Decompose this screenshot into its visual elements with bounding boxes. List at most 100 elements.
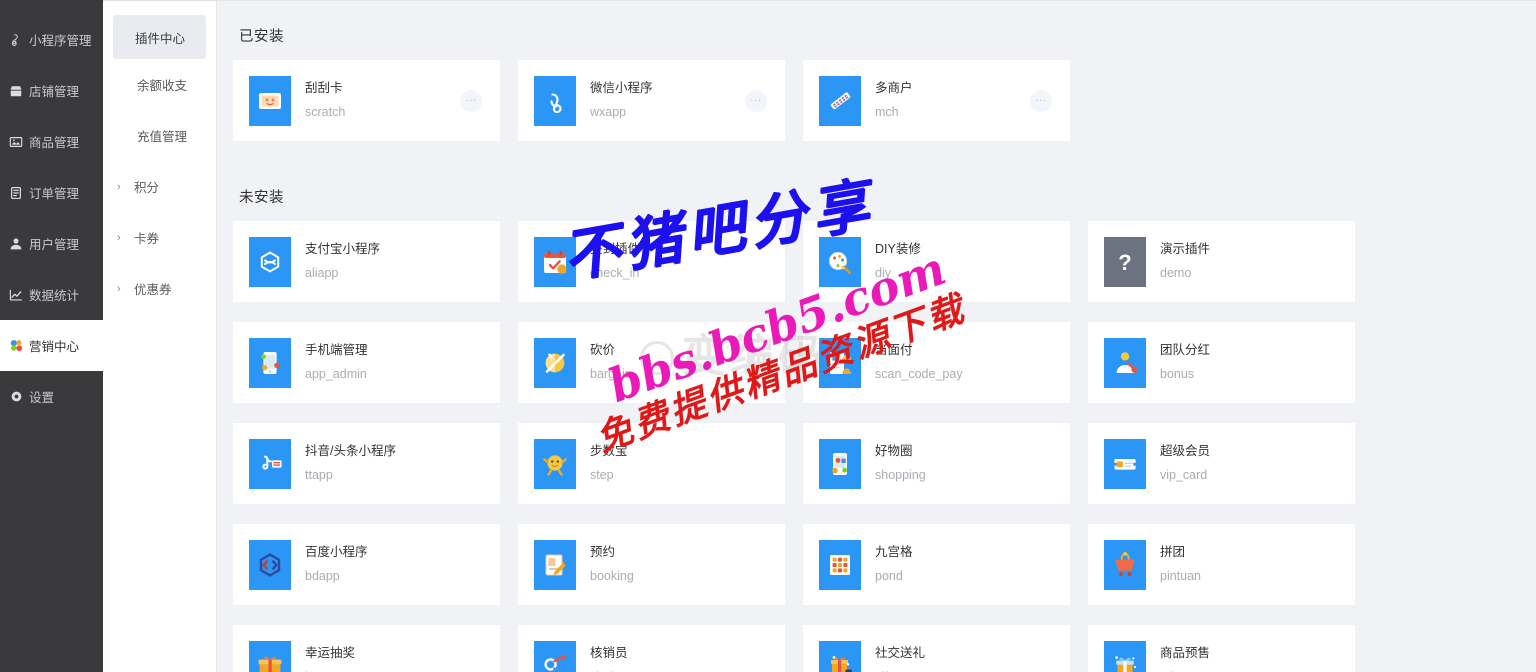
submenu-item-2[interactable]: 充值管理: [103, 110, 216, 161]
shop-icon: [8, 83, 24, 99]
plugin-meta: 演示插件 demo: [1160, 240, 1210, 283]
chart-icon: [8, 287, 24, 303]
plugin-card[interactable]: 微信小程序 wxapp ···: [518, 60, 785, 141]
plugin-card[interactable]: ? 演示插件 demo: [1088, 221, 1355, 302]
plugin-card[interactable]: 社交送礼 gift: [803, 625, 1070, 672]
plugin-meta: 签到插件 check_in: [590, 240, 640, 283]
plugin-meta: 预约 booking: [590, 543, 634, 586]
sidebar-item-marketing[interactable]: 营销中心: [0, 320, 103, 371]
plugin-card[interactable]: 刮刮卡 scratch ···: [233, 60, 500, 141]
step-icon: [534, 438, 576, 489]
plugin-card[interactable]: 超级会员 vip_card: [1088, 423, 1355, 504]
plugin-code: gift: [875, 667, 925, 672]
scratch-icon: [249, 75, 291, 126]
plugin-card[interactable]: 商品预售 advance: [1088, 625, 1355, 672]
plugin-more-menu-button[interactable]: ···: [1030, 89, 1052, 112]
submenu-item-0[interactable]: 插件中心: [113, 15, 206, 59]
plugin-card[interactable]: 预约 booking: [518, 524, 785, 605]
plugin-more-menu-button[interactable]: ···: [460, 89, 482, 112]
plugin-code: pintuan: [1160, 569, 1202, 583]
plugin-code: pond: [875, 569, 903, 583]
sidebar-item-shop[interactable]: 店铺管理: [0, 65, 103, 116]
plugin-center-page: 小程序管理店铺管理商品管理订单管理用户管理数据统计营销中心设置 插件中心余额收支…: [0, 0, 1536, 672]
submenu-item-label: 插件中心: [135, 31, 186, 46]
sidebar-item-label: 设置: [29, 391, 55, 405]
plugin-card[interactable]: 幸运抽奖 lottery: [233, 625, 500, 672]
plugin-name: DIY装修: [875, 242, 921, 256]
plugin-code: lottery: [305, 667, 355, 672]
plugin-meta: 社交送礼 gift: [875, 644, 925, 672]
plugin-code: diy: [875, 266, 891, 280]
plugin-card[interactable]: 抖音/头条小程序 ttapp: [233, 423, 500, 504]
plugin-code: bonus: [1160, 367, 1195, 381]
plugin-card[interactable]: 支付宝小程序 aliapp: [233, 221, 500, 302]
plugin-card[interactable]: 步数宝 step: [518, 423, 785, 504]
plugin-card[interactable]: 好物圈 shopping: [803, 423, 1070, 504]
sidebar-item-goods[interactable]: 商品管理: [0, 116, 103, 167]
plugin-code: booking: [590, 569, 634, 583]
secondary-sidebar: 插件中心 余额收支 充值管理 › 积分 › 卡券 › 优惠券: [103, 0, 217, 672]
plugin-card[interactable]: 百度小程序 bdapp: [233, 524, 500, 605]
submenu-item-5[interactable]: › 优惠券: [103, 263, 216, 314]
submenu-item-label: 余额收支: [137, 79, 188, 93]
plugin-card[interactable]: 团队分红 bonus: [1088, 322, 1355, 403]
plugin-code: wxapp: [590, 105, 627, 119]
plugin-code: advance: [1160, 667, 1210, 672]
sidebar-item-label: 数据统计: [29, 289, 80, 303]
plugin-card[interactable]: 多商户 mch ···: [803, 60, 1070, 141]
plugin-name: 签到插件: [590, 242, 641, 256]
plugin-meta: 幸运抽奖 lottery: [305, 644, 355, 672]
bargain-icon: [534, 337, 576, 388]
plugin-meta: 支付宝小程序 aliapp: [305, 240, 380, 283]
plugin-meta: 核销员 clerk: [590, 644, 628, 672]
uninstalled-plugin-grid: 支付宝小程序 aliapp 签到插件 check_in DIY装修 diy? 演示插件 dem…: [233, 221, 1536, 672]
plugin-meta: DIY装修 diy: [875, 240, 921, 283]
plugin-code: ttapp: [305, 468, 333, 482]
plugin-name: 幸运抽奖: [305, 646, 356, 660]
plugin-code: app_admin: [305, 367, 367, 381]
plugin-meta: 步数宝 step: [590, 442, 628, 485]
question-icon: ?: [1104, 236, 1146, 287]
submenu-item-4[interactable]: › 卡券: [103, 212, 216, 263]
chevron-right-icon: ›: [117, 282, 121, 295]
checkin-icon: [534, 236, 576, 287]
bonus-icon: [1104, 337, 1146, 388]
plugin-card[interactable]: 当面付 scan_code_pay: [803, 322, 1070, 403]
plugin-card[interactable]: 拼团 pintuan: [1088, 524, 1355, 605]
plugin-code: vip_card: [1160, 468, 1208, 482]
plugin-meta: 百度小程序 bdapp: [305, 543, 368, 586]
plugin-card[interactable]: 手机端管理 app_admin: [233, 322, 500, 403]
chevron-right-icon: ›: [117, 180, 121, 193]
sidebar-item-mini-program[interactable]: 小程序管理: [0, 14, 103, 65]
vipcard-icon: [1104, 438, 1146, 489]
plugin-meta: 微信小程序 wxapp: [590, 79, 653, 122]
plugin-name: 抖音/头条小程序: [305, 444, 396, 458]
sidebar-item-gear[interactable]: 设置: [0, 371, 103, 422]
plugin-card[interactable]: 九宫格 pond: [803, 524, 1070, 605]
submenu-item-label: 卡券: [134, 232, 160, 246]
submenu-item-1[interactable]: 余额收支: [103, 59, 216, 110]
submenu-item-3[interactable]: › 积分: [103, 161, 216, 212]
plugin-name: 微信小程序: [590, 81, 653, 95]
sidebar-item-order[interactable]: 订单管理: [0, 167, 103, 218]
appadmin-icon: [249, 337, 291, 388]
mch-icon: [819, 75, 861, 126]
plugin-card[interactable]: 核销员 clerk: [518, 625, 785, 672]
sidebar-item-label: 店铺管理: [29, 85, 80, 99]
sidebar-item-chart[interactable]: 数据统计: [0, 269, 103, 320]
plugin-code: shopping: [875, 468, 926, 482]
ttapp-icon: [249, 438, 291, 489]
plugin-card[interactable]: DIY装修 diy: [803, 221, 1070, 302]
plugin-meta: 超级会员 vip_card: [1160, 442, 1210, 485]
plugin-card[interactable]: 签到插件 check_in: [518, 221, 785, 302]
plugin-more-menu-button[interactable]: ···: [745, 89, 767, 112]
plugin-card[interactable]: 砍价 bargain: [518, 322, 785, 403]
sidebar-item-label: 订单管理: [29, 187, 80, 201]
plugin-meta: 商品预售 advance: [1160, 644, 1210, 672]
diy-icon: [819, 236, 861, 287]
sidebar-item-user[interactable]: 用户管理: [0, 218, 103, 269]
plugin-meta: 九宫格 pond: [875, 543, 913, 586]
shopping-icon: [819, 438, 861, 489]
plugin-name: 砍价: [590, 343, 616, 357]
mini-program-icon: [8, 32, 24, 48]
